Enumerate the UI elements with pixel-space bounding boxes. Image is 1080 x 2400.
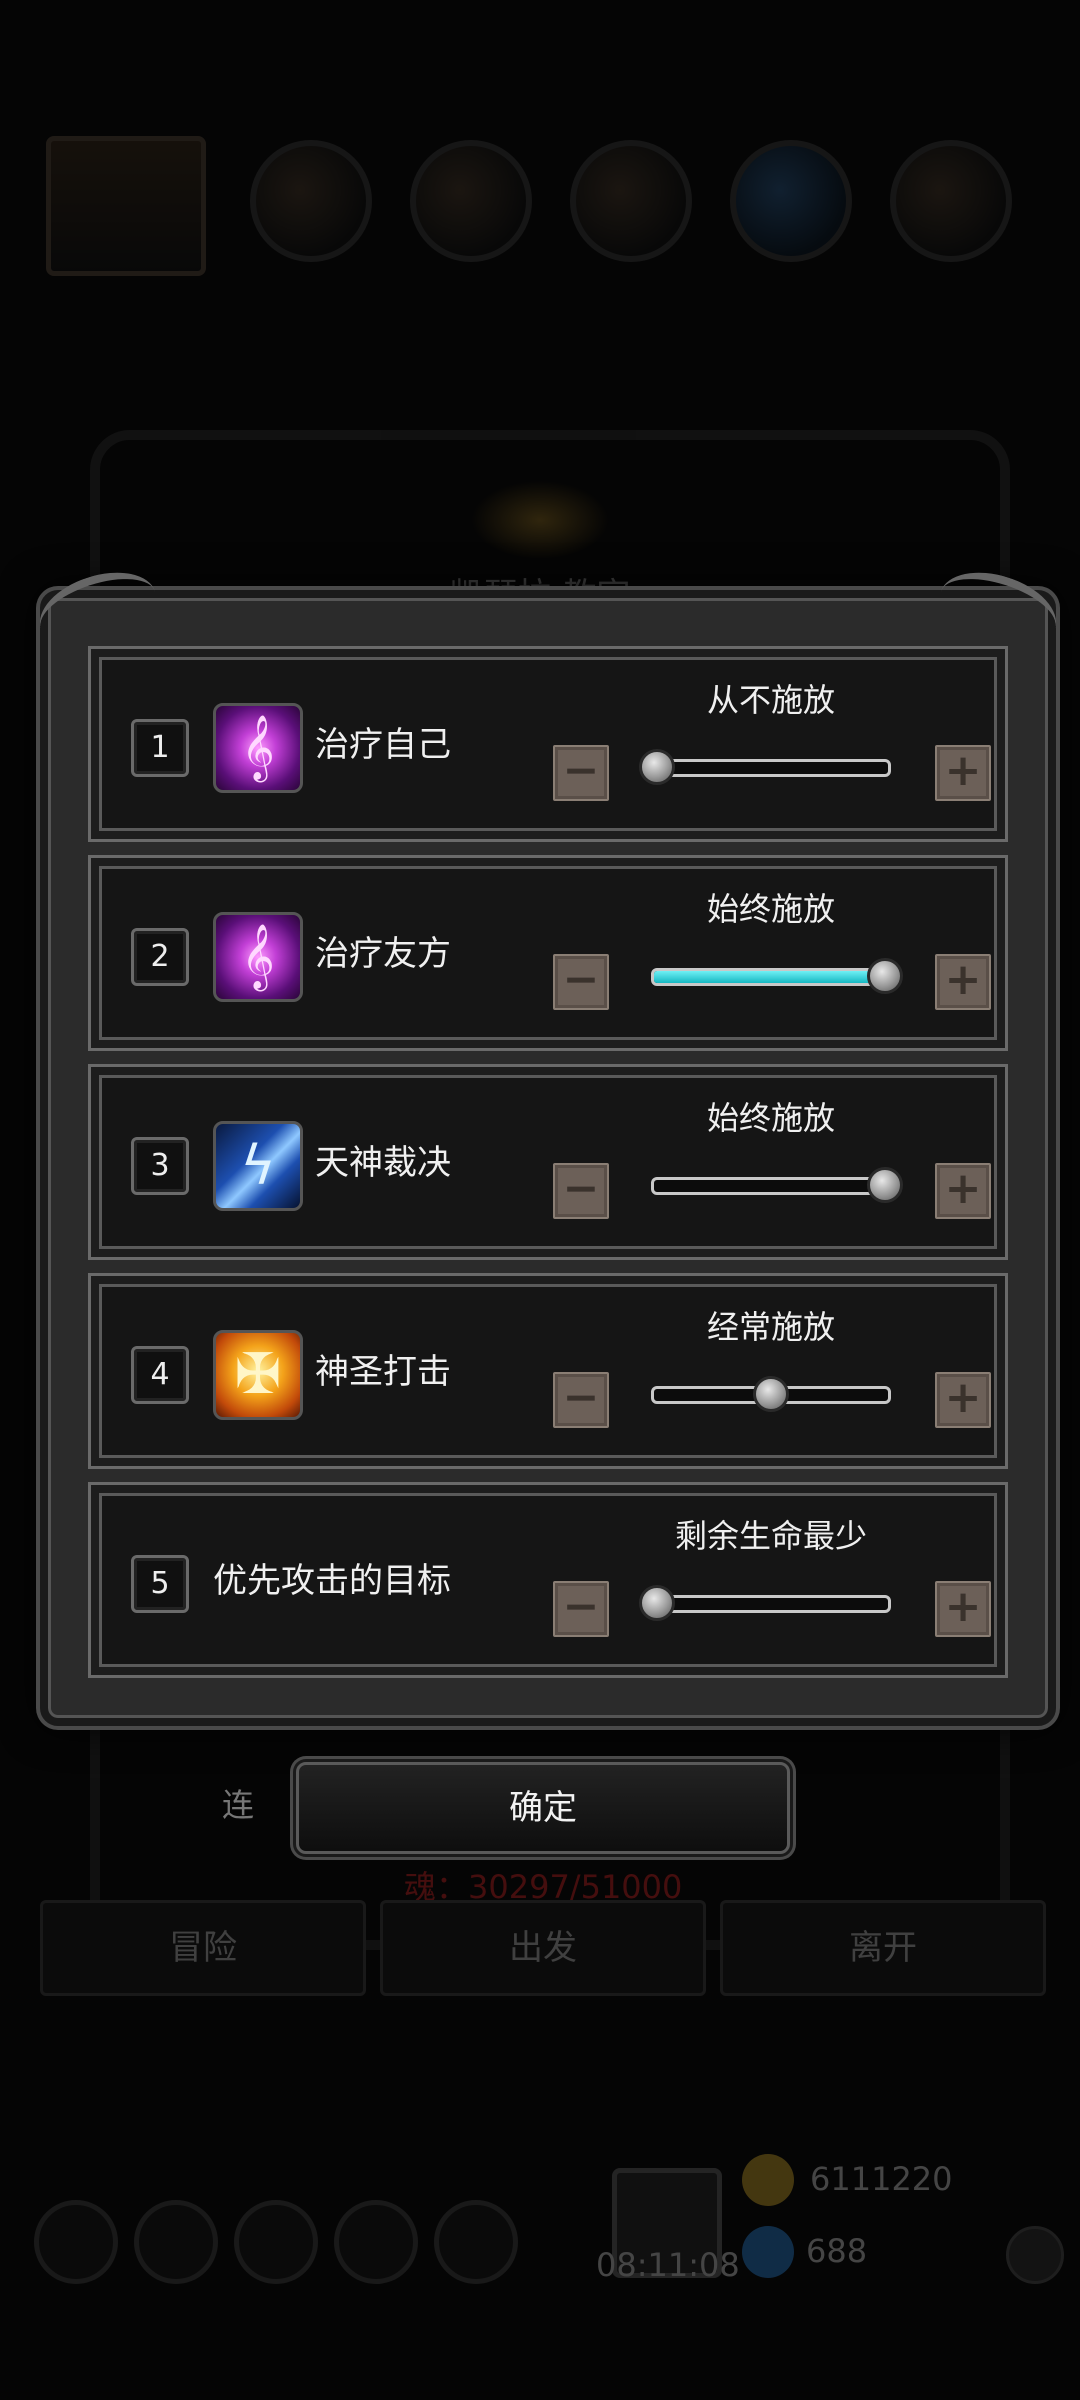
heal-icon: 𝄞	[213, 703, 303, 793]
equipment-slot-icon	[730, 140, 852, 262]
timer: 08:11:08	[596, 2246, 740, 2284]
decrease-button[interactable]: −	[553, 1163, 609, 1219]
adventure-button: 冒险	[40, 1900, 366, 1996]
frequency-label: 始终施放	[706, 1099, 835, 1137]
skill-rows: 1 𝄞 治疗自己 从不施放 − + 2 𝄞 治疗友方 始终施放 − + 3 ϟ …	[88, 646, 1008, 1691]
skill-row-2: 2 𝄞 治疗友方 始终施放 − +	[88, 855, 1008, 1051]
gem-amount: 688	[806, 2232, 868, 2270]
skill-name: 神圣打击	[315, 1352, 451, 1392]
row-number: 5	[131, 1555, 189, 1613]
skill-row-5: 5 优先攻击的目标 剩余生命最少 − +	[88, 1482, 1008, 1678]
skill-settings-dialog: 1 𝄞 治疗自己 从不施放 − + 2 𝄞 治疗友方 始终施放 − + 3 ϟ …	[40, 590, 1056, 1726]
holy-strike-icon: ✠	[213, 1330, 303, 1420]
depart-button: 出发	[380, 1900, 706, 1996]
increase-button[interactable]: +	[935, 1163, 991, 1219]
row-number: 2	[131, 928, 189, 986]
target-priority-label: 优先攻击的目标	[213, 1561, 451, 1601]
lightning-glyph: ϟ	[240, 1134, 276, 1197]
equipment-slot-icon	[410, 140, 532, 262]
background-side-label: 连	[222, 1786, 255, 1824]
equipment-slot-icon	[250, 140, 372, 262]
gold-icon	[742, 2154, 794, 2206]
slider-knob[interactable]	[867, 958, 903, 994]
leave-button: 离开	[720, 1900, 1046, 1996]
frequency-slider[interactable]	[651, 1177, 891, 1195]
heal-icon: 𝄞	[213, 912, 303, 1002]
skill-name: 天神裁决	[315, 1143, 451, 1183]
confirm-button[interactable]: 确定	[296, 1762, 790, 1854]
decrease-button[interactable]: −	[553, 954, 609, 1010]
hero-portrait	[46, 136, 206, 276]
skill-name: 治疗友方	[315, 934, 451, 974]
slider-knob[interactable]	[639, 749, 675, 785]
frequency-slider[interactable]	[651, 759, 891, 777]
emblem-icon	[470, 480, 610, 560]
menu-circle-icon	[434, 2200, 518, 2284]
target-priority-value: 剩余生命最少	[674, 1517, 867, 1555]
increase-button[interactable]: +	[935, 954, 991, 1010]
menu-circle-icon	[134, 2200, 218, 2284]
row-number: 1	[131, 719, 189, 777]
frequency-label: 经常施放	[706, 1308, 835, 1346]
lightning-icon: ϟ	[213, 1121, 303, 1211]
increase-button[interactable]: +	[935, 745, 991, 801]
heal-glyph: 𝄞	[241, 715, 275, 780]
row-number: 4	[131, 1346, 189, 1404]
equipment-slot-icon	[890, 140, 1012, 262]
row-number: 3	[131, 1137, 189, 1195]
increase-button[interactable]: +	[935, 1581, 991, 1637]
slider-knob[interactable]	[753, 1376, 789, 1412]
menu-circle-icon	[234, 2200, 318, 2284]
holy-glyph: ✠	[234, 1342, 282, 1407]
gold-amount: 6111220	[810, 2160, 953, 2198]
menu-circle-icon	[334, 2200, 418, 2284]
slider-fill	[654, 971, 888, 983]
decrease-button[interactable]: −	[553, 1581, 609, 1637]
menu-circle-icon	[34, 2200, 118, 2284]
add-icon	[1006, 2226, 1064, 2284]
skill-row-3: 3 ϟ 天神裁决 始终施放 − +	[88, 1064, 1008, 1260]
skill-name: 治疗自己	[315, 725, 451, 765]
frequency-label: 从不施放	[706, 681, 835, 719]
frequency-label: 始终施放	[706, 890, 835, 928]
skill-row-1: 1 𝄞 治疗自己 从不施放 − +	[88, 646, 1008, 842]
heal-glyph: 𝄞	[241, 924, 275, 989]
frequency-slider[interactable]	[651, 968, 891, 986]
skill-row-4: 4 ✠ 神圣打击 经常施放 − +	[88, 1273, 1008, 1469]
equipment-slot-icon	[570, 140, 692, 262]
decrease-button[interactable]: −	[553, 1372, 609, 1428]
increase-button[interactable]: +	[935, 1372, 991, 1428]
slider-knob[interactable]	[639, 1585, 675, 1621]
slider-knob[interactable]	[867, 1167, 903, 1203]
decrease-button[interactable]: −	[553, 745, 609, 801]
target-slider[interactable]	[651, 1595, 891, 1613]
gem-icon	[742, 2226, 794, 2278]
